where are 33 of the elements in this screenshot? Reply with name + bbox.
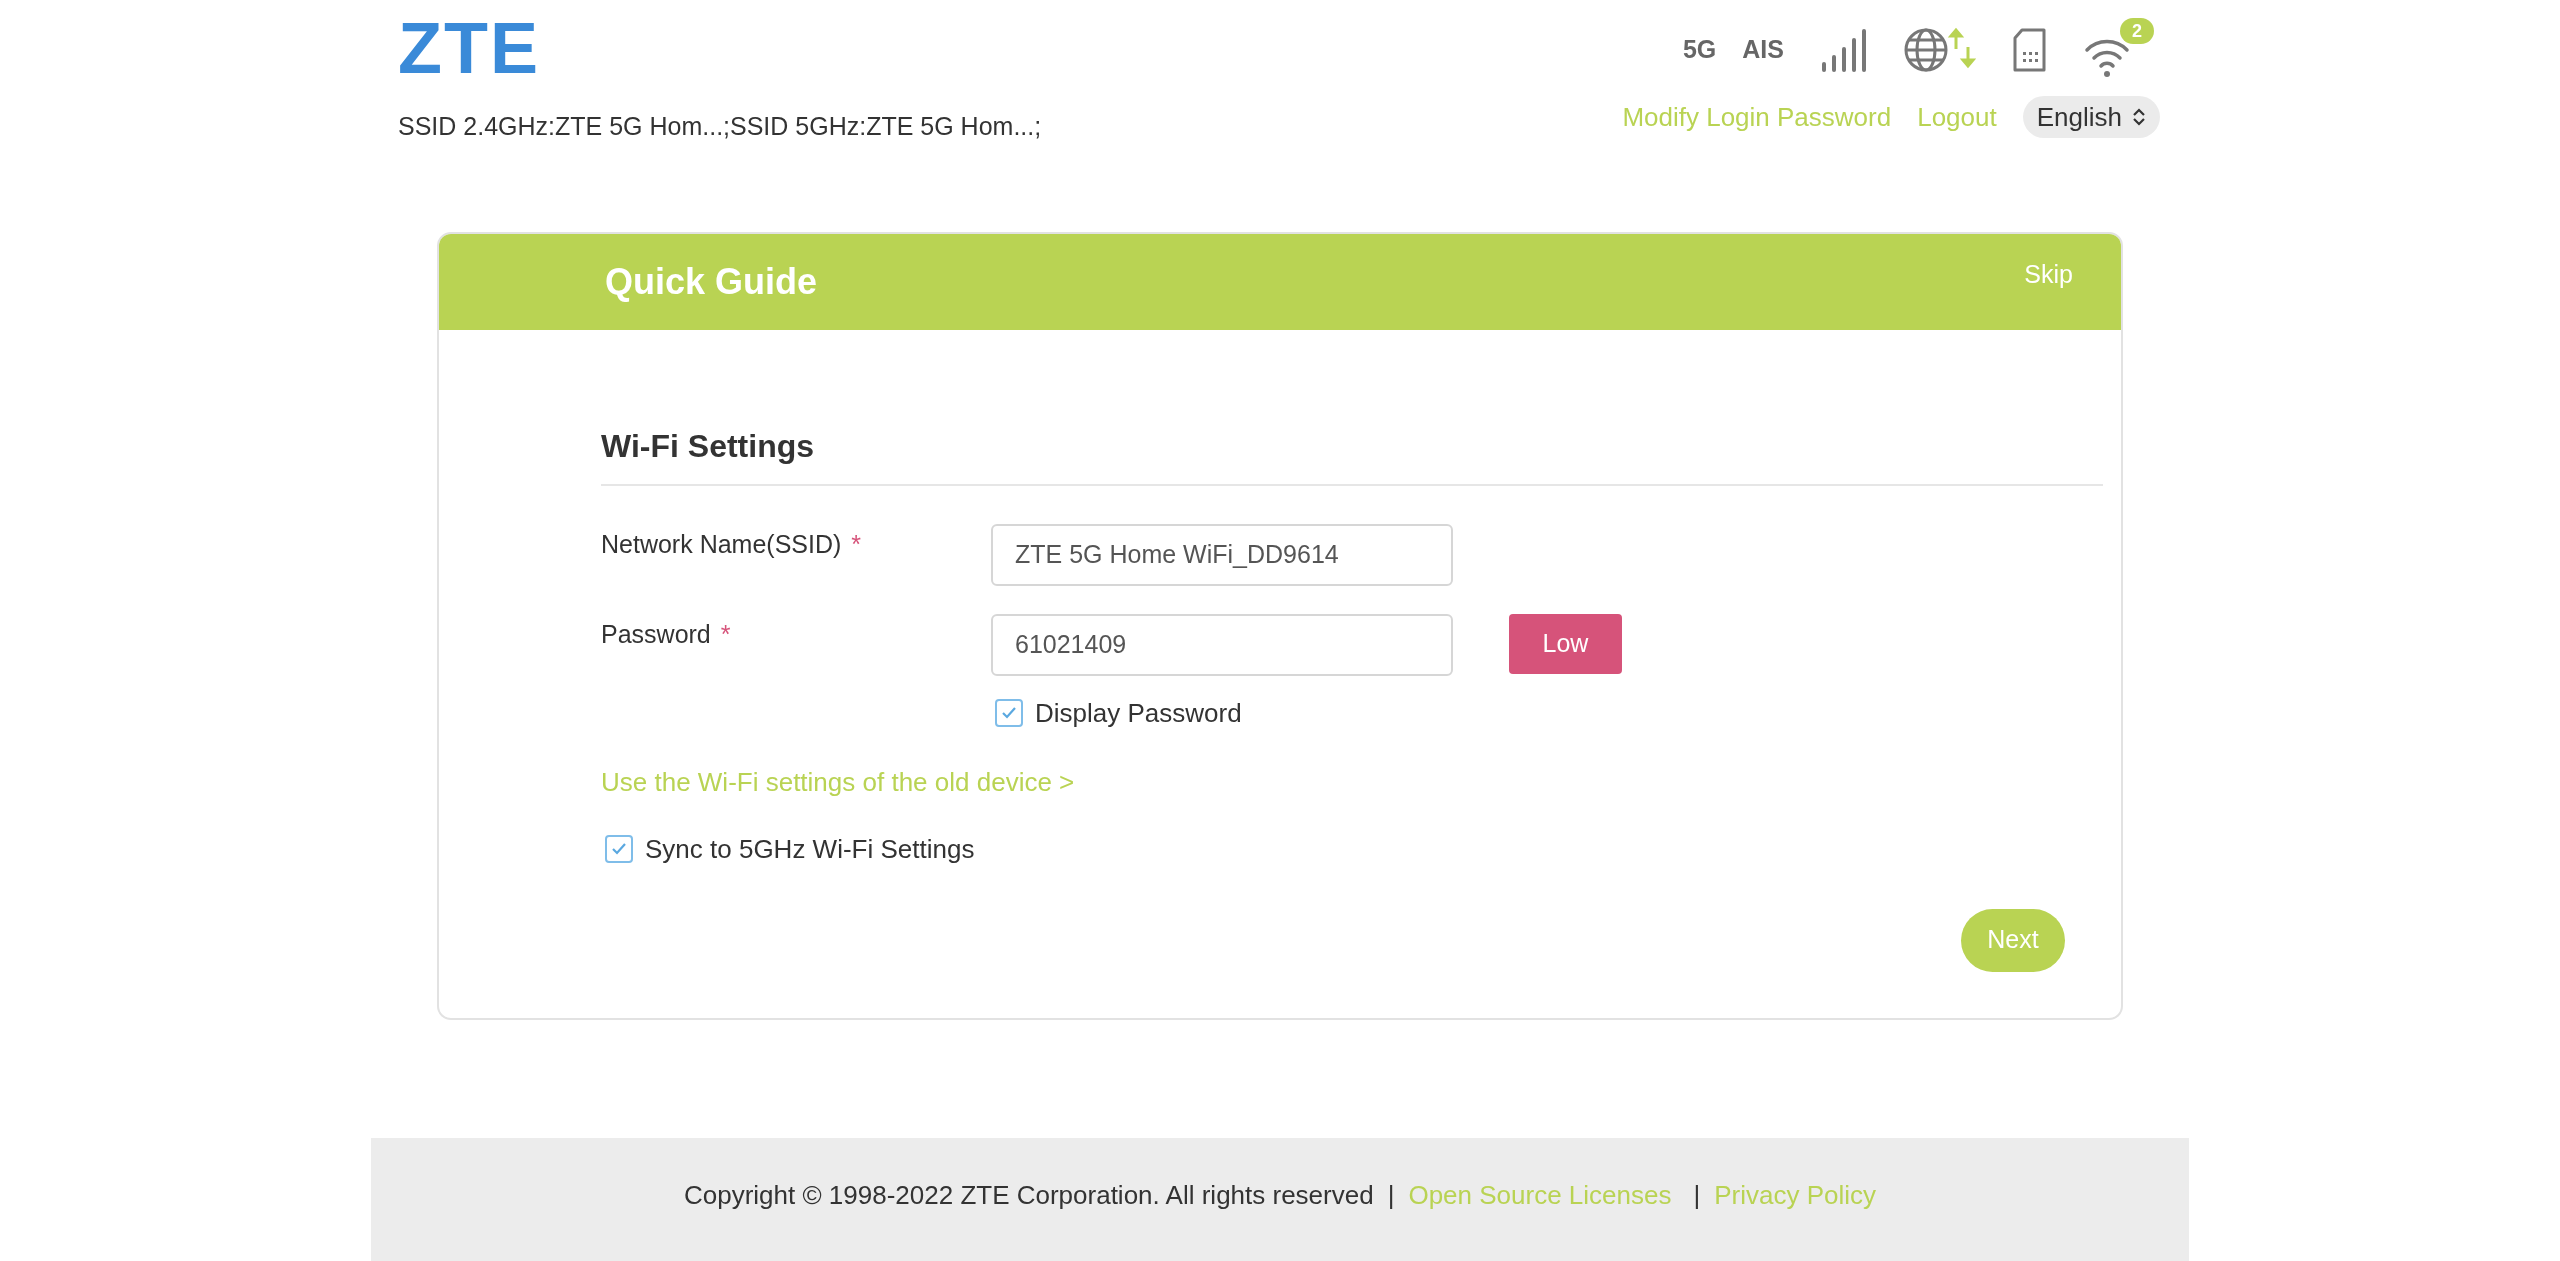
chevron-updown-icon (2132, 107, 2146, 127)
checkbox[interactable] (995, 699, 1023, 727)
client-count-badge: 2 (2120, 18, 2154, 44)
text-field[interactable]: ZTE 5G Home WiFi_DD9614 (991, 523, 1453, 586)
skip-link[interactable]: Skip (2024, 255, 2073, 294)
globe-data-icon (1904, 27, 1976, 73)
footer-link[interactable]: Privacy Policy (1714, 1175, 1877, 1215)
field-label: Network Name(SSID) * (601, 528, 863, 560)
next-button[interactable]: Next (1961, 908, 2065, 972)
signal-icon (1820, 27, 1868, 73)
section-title: Wi-Fi Settings (601, 421, 2103, 486)
checkbox[interactable] (605, 835, 633, 863)
text-field[interactable]: 61021409 (991, 613, 1453, 676)
footer-link[interactable]: Open Source Licenses (1408, 1175, 1672, 1215)
ssid-summary: SSID 2.4GHz:ZTE 5G Hom...;SSID 5GHz:ZTE 5G Hom...; (398, 111, 1042, 142)
copyright-text: Copyright © 1998-2022 ZTE Corporation. All rights reserved (683, 1178, 1374, 1212)
checkbox-label: Display Password (1035, 696, 1242, 730)
required-mark: * (720, 619, 731, 648)
old-device-link[interactable]: Use the Wi-Fi settings of the old device > (601, 762, 1075, 802)
header-link[interactable]: Modify Login Password (1622, 97, 1892, 137)
password-strength-badge: Low (1509, 613, 1622, 674)
operator-name: AIS (1742, 34, 1784, 66)
card-title: Quick Guide (605, 259, 818, 304)
logo: ZTE (398, 12, 541, 84)
sim-card-icon (2012, 28, 2048, 72)
required-mark: * (851, 529, 862, 558)
separator: | (1693, 1178, 1701, 1212)
field-label: Password * (601, 618, 732, 650)
header-link[interactable]: Logout (1917, 97, 1997, 137)
network-type: 5G (1682, 34, 1717, 66)
checkbox-label: Sync to 5GHz Wi-Fi Settings (645, 832, 975, 866)
language-select[interactable]: English (2022, 96, 2160, 138)
separator: | (1387, 1178, 1395, 1212)
